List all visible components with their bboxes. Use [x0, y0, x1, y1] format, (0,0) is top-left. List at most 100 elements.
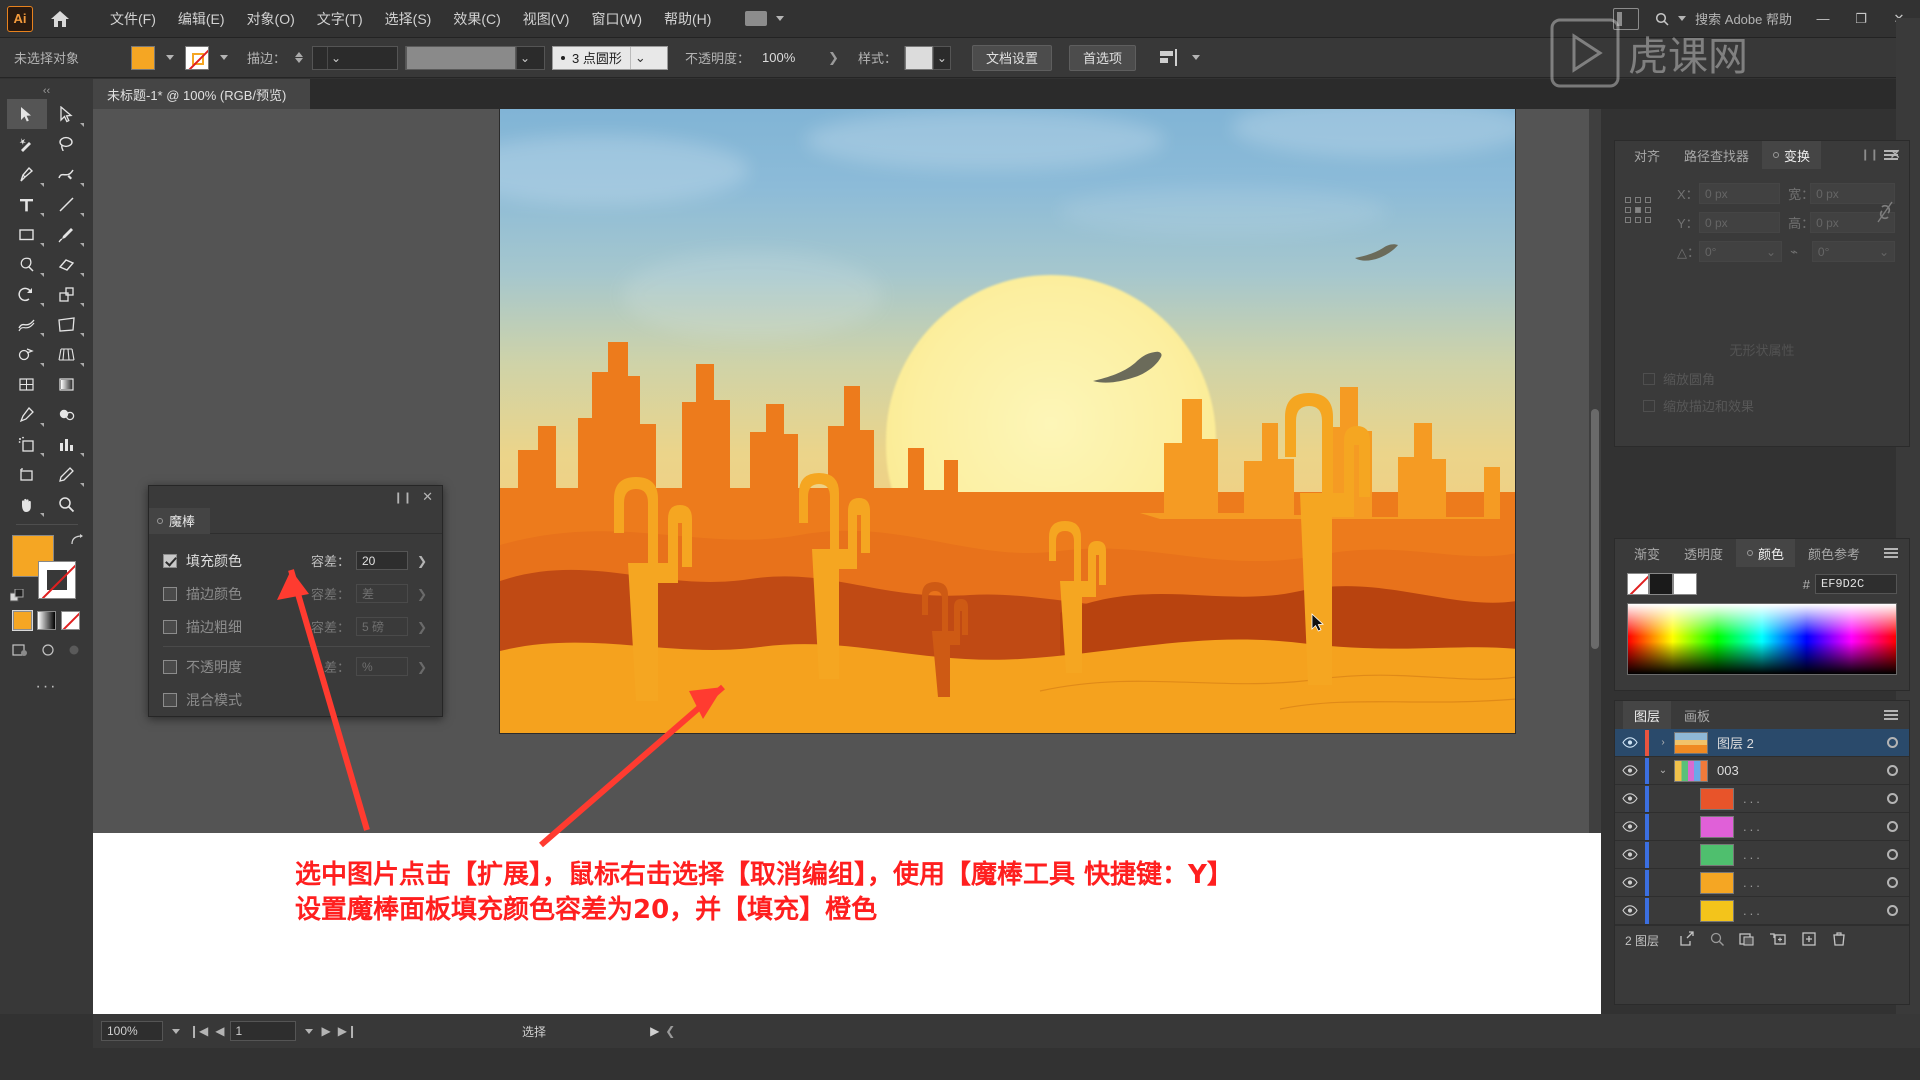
- paintbrush-tool[interactable]: [47, 219, 87, 249]
- scale-corners-checkbox[interactable]: 缩放圆角: [1643, 369, 1895, 388]
- panel-menu-icon[interactable]: [1884, 548, 1901, 558]
- layers-panel[interactable]: 图层 画板 › 图层 2 ⌄ 003 ... ... ... ... ... 2…: [1614, 700, 1910, 1005]
- layer-row-sublayer-5[interactable]: ...: [1615, 897, 1909, 925]
- zoom-level-input[interactable]: 100%: [101, 1021, 163, 1041]
- selection-tool[interactable]: [6, 99, 47, 129]
- y-input[interactable]: 0 px: [1699, 212, 1781, 233]
- angle-input[interactable]: 0° ⌄: [1699, 241, 1783, 262]
- shaper-tool[interactable]: [7, 249, 47, 279]
- stroke-weight-checkbox[interactable]: [163, 619, 177, 634]
- eyedropper-tool[interactable]: [7, 399, 47, 429]
- panel-toggle-icon[interactable]: [1613, 7, 1640, 30]
- line-segment-tool[interactable]: [47, 189, 87, 219]
- layer-row-sublayer-3[interactable]: ...: [1615, 841, 1909, 869]
- workspace-switcher[interactable]: [738, 8, 795, 29]
- locate-object-icon[interactable]: [1679, 931, 1695, 950]
- status-expand-icon[interactable]: ▶: [650, 1024, 659, 1038]
- artboard-tool[interactable]: [7, 459, 47, 489]
- transform-panel[interactable]: 对齐 路径查找器 变换 ❙❙ ✕ X： 0 px 宽： 0 px Y： 0 px…: [1614, 140, 1910, 447]
- gradient-tool[interactable]: [47, 369, 87, 399]
- new-layer-icon[interactable]: [1801, 931, 1817, 950]
- layer-row-sublayer-2[interactable]: ...: [1615, 813, 1909, 841]
- lasso-tool[interactable]: [47, 129, 87, 159]
- default-fill-stroke-icon[interactable]: [9, 588, 24, 603]
- more-tools-button[interactable]: ···: [0, 678, 93, 696]
- scale-strokes-effects-checkbox[interactable]: 缩放描边和效果: [1643, 396, 1895, 415]
- canvas-area[interactable]: [93, 109, 1601, 833]
- document-tab[interactable]: 未标题-1* @ 100% (RGB/预览) close-icon: [93, 79, 312, 109]
- canvas-vertical-scrollbar[interactable]: [1589, 109, 1601, 833]
- tab-pathfinder[interactable]: 路径查找器: [1673, 141, 1760, 169]
- curvature-tool[interactable]: [47, 159, 87, 189]
- rectangle-tool[interactable]: [7, 219, 47, 249]
- hand-tool[interactable]: [7, 489, 47, 519]
- stroke-weight-select[interactable]: ⌄: [312, 45, 399, 70]
- layer-name[interactable]: ...: [1743, 791, 1875, 806]
- type-tool[interactable]: [7, 189, 47, 219]
- drawing-mode-behind-icon[interactable]: [41, 642, 56, 660]
- close-icon[interactable]: ✕: [422, 489, 433, 505]
- color-mode-button[interactable]: [12, 610, 33, 631]
- menu-item-view[interactable]: 视图(V): [512, 5, 581, 33]
- magic-wand-panel[interactable]: ❙❙ ✕ 魔棒 填充颜色 容差： 20 ❯ 描边颜色 容差： 差 ❯ 描边粗细 …: [148, 485, 443, 717]
- stroke-color-swatch[interactable]: [185, 45, 209, 70]
- blend-tool[interactable]: [47, 399, 87, 429]
- toolbar-stroke-swatch[interactable]: [37, 561, 76, 599]
- status-indicator[interactable]: 选择 ▶ ❮: [424, 1023, 675, 1040]
- maximize-button[interactable]: ❐: [1846, 6, 1876, 32]
- target-indicator[interactable]: [1875, 765, 1909, 776]
- layer-name[interactable]: 图层 2: [1717, 733, 1875, 752]
- hex-input[interactable]: EF9D2C: [1815, 574, 1897, 594]
- width-profile-select[interactable]: ⌄: [405, 45, 546, 70]
- tab-gradient[interactable]: 渐变: [1623, 539, 1671, 567]
- reference-point-grid[interactable]: [1625, 197, 1651, 223]
- prev-page-icon[interactable]: ◀: [215, 1024, 224, 1038]
- magic-wand-row-stroke-weight[interactable]: 描边粗细 容差： 5 磅 ❯: [163, 610, 430, 643]
- magic-wand-tool[interactable]: [7, 129, 47, 159]
- target-indicator[interactable]: [1875, 905, 1909, 916]
- tab-color-guide[interactable]: 颜色参考: [1797, 539, 1871, 567]
- visibility-toggle-icon[interactable]: [1615, 821, 1645, 832]
- drawing-mode-normal-icon[interactable]: [12, 642, 29, 660]
- none-mode-button[interactable]: [61, 611, 80, 630]
- delete-layer-icon[interactable]: [1831, 931, 1847, 950]
- next-page-icon[interactable]: ▶: [322, 1024, 331, 1038]
- new-sublayer-icon[interactable]: [1769, 931, 1787, 950]
- fill-color-checkbox[interactable]: [163, 553, 177, 568]
- visibility-toggle-icon[interactable]: [1615, 765, 1645, 776]
- make-clipping-mask-icon[interactable]: [1739, 931, 1755, 950]
- menu-item-type[interactable]: 文字(T): [306, 5, 374, 33]
- status-collapse-icon[interactable]: ❮: [665, 1024, 675, 1038]
- scrollbar-thumb[interactable]: [1591, 409, 1599, 649]
- chevron-down-icon[interactable]: [172, 1028, 180, 1034]
- document-setup-button[interactable]: 文档设置: [971, 44, 1052, 71]
- layer-name[interactable]: ...: [1743, 819, 1875, 834]
- color-panel[interactable]: 渐变 透明度 颜色 颜色参考 # EF9D2C: [1614, 538, 1910, 691]
- eraser-tool[interactable]: [47, 249, 87, 279]
- chevron-down-icon[interactable]: [220, 55, 228, 60]
- chevron-down-icon[interactable]: [1191, 55, 1200, 60]
- visibility-toggle-icon[interactable]: [1615, 877, 1645, 888]
- gradient-mode-button[interactable]: [37, 611, 56, 630]
- menu-item-window[interactable]: 窗口(W): [580, 5, 653, 33]
- magic-wand-row-stroke-color[interactable]: 描边颜色 容差： 差 ❯: [163, 577, 430, 610]
- stroke-color-checkbox[interactable]: [163, 586, 177, 601]
- preferences-button[interactable]: 首选项: [1068, 44, 1136, 71]
- swap-fill-stroke-icon[interactable]: [70, 533, 84, 547]
- tolerance-input[interactable]: 20: [356, 551, 408, 570]
- tab-color[interactable]: 颜色: [1736, 539, 1796, 567]
- visibility-toggle-icon[interactable]: [1615, 849, 1645, 860]
- chevron-down-icon[interactable]: [304, 1028, 313, 1034]
- color-spectrum[interactable]: [1627, 603, 1897, 675]
- menu-item-select[interactable]: 选择(S): [374, 5, 443, 33]
- width-tool[interactable]: [7, 309, 47, 339]
- search-adobe-help[interactable]: 搜索 Adobe 帮助: [1647, 6, 1800, 31]
- layer-row-sublayer-1[interactable]: ...: [1615, 785, 1909, 813]
- menu-item-edit[interactable]: 编辑(E): [167, 5, 236, 33]
- menu-item-file[interactable]: 文件(F): [99, 5, 167, 33]
- search-icon[interactable]: [1709, 931, 1725, 950]
- direct-selection-tool[interactable]: [47, 99, 87, 129]
- target-indicator[interactable]: [1875, 877, 1909, 888]
- magic-wand-row-fill-color[interactable]: 填充颜色 容差： 20 ❯: [163, 544, 430, 577]
- magic-wand-row-blend-mode[interactable]: 混合模式: [163, 683, 430, 716]
